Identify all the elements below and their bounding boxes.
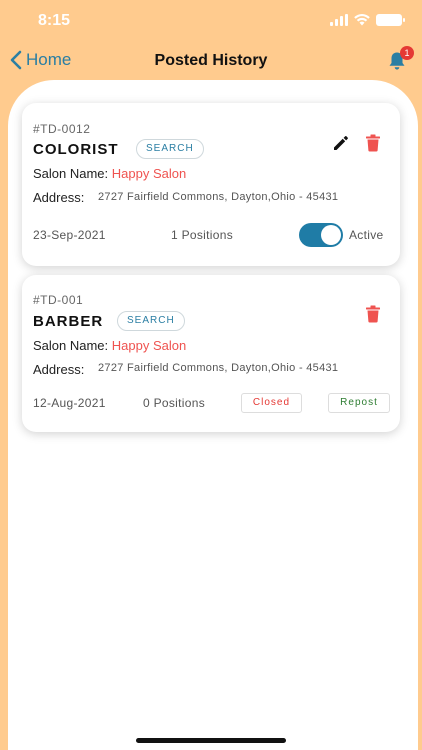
salon-row: Salon Name: Happy Salon: [33, 338, 186, 353]
notification-button[interactable]: 1: [386, 46, 414, 72]
salon-name: Happy Salon: [111, 338, 187, 353]
signal-icon: [330, 14, 348, 26]
search-tag: SEARCH: [117, 311, 185, 331]
address-value: 2727 Fairfield Commons, Dayton,Ohio - 45…: [98, 191, 339, 203]
salon-row: Salon Name: Happy Salon: [33, 166, 186, 181]
home-indicator: [136, 738, 286, 743]
trash-icon[interactable]: [365, 134, 381, 152]
job-card[interactable]: #TD-001 BARBER SEARCH Salon Name: Happy …: [22, 275, 400, 432]
address-label: Address:: [33, 190, 85, 205]
job-id: #TD-001: [33, 293, 84, 307]
active-label: Active: [349, 228, 384, 242]
status-icons: [330, 14, 405, 26]
job-title: BARBER: [33, 313, 104, 330]
chevron-left-icon: [10, 50, 22, 70]
active-toggle[interactable]: [299, 223, 343, 247]
address-label: Address:: [33, 362, 85, 377]
positions-count: 1 Positions: [171, 228, 233, 242]
job-title: COLORIST: [33, 141, 119, 158]
salon-label: Salon Name:: [33, 166, 109, 181]
salon-label: Salon Name:: [33, 338, 109, 353]
status-bar: 8:15: [0, 0, 422, 44]
address-value: 2727 Fairfield Commons, Dayton,Ohio - 45…: [98, 362, 339, 374]
edit-icon[interactable]: [331, 133, 351, 153]
salon-name: Happy Salon: [111, 166, 187, 181]
posted-date: 12-Aug-2021: [33, 396, 106, 410]
job-id: #TD-0012: [33, 122, 91, 136]
status-time: 8:15: [38, 12, 71, 29]
back-label: Home: [26, 50, 72, 69]
nav-bar: Home Posted History 1: [0, 44, 422, 80]
job-card[interactable]: #TD-0012 COLORIST SEARCH Salon Name: Hap…: [22, 103, 400, 266]
trash-icon[interactable]: [365, 305, 381, 323]
notification-badge: 1: [400, 46, 414, 60]
back-button[interactable]: Home: [10, 50, 71, 70]
wifi-icon: [354, 14, 370, 26]
search-tag: SEARCH: [136, 139, 204, 159]
toggle-knob: [321, 225, 341, 245]
posted-date: 23-Sep-2021: [33, 228, 106, 242]
battery-icon: [376, 14, 405, 26]
closed-badge: Closed: [241, 393, 302, 413]
repost-button[interactable]: Repost: [328, 393, 390, 413]
positions-count: 0 Positions: [143, 396, 205, 410]
